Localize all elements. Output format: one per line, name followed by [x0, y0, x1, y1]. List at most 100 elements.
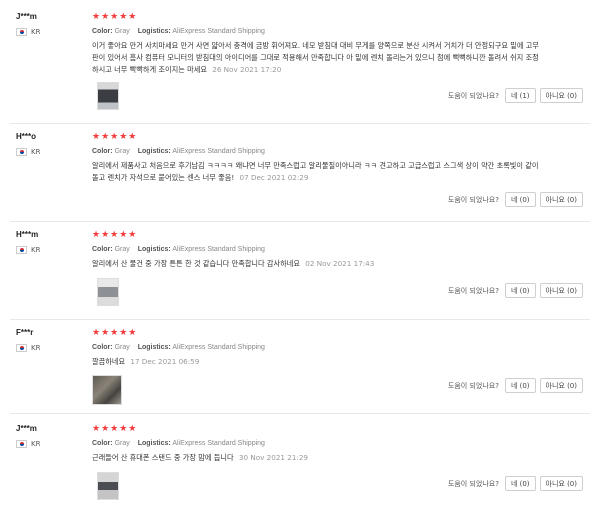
helpful-section: 도움이 되었나요? 네 (0) 아니요 (0) [448, 192, 583, 207]
review-photo[interactable] [97, 278, 119, 306]
korea-flag-icon [16, 344, 27, 352]
review-item: H***m KR ★★★★★ Color: Gray Logistics: Al… [0, 230, 600, 320]
divider [10, 221, 590, 222]
review-text: 근래들어 산 휴대폰 스탠드 중 가장 맘에 듭니다 30 Nov 2021 2… [92, 452, 542, 464]
helpful-no-button[interactable]: 아니요 (0) [539, 476, 583, 491]
helpful-question: 도움이 되었나요? [447, 91, 499, 100]
helpful-question: 도움이 되었나요? [447, 479, 499, 488]
reviewer-country: KR [16, 148, 86, 156]
helpful-section: 도움이 되었나요? 네 (1) 아니요 (0) [448, 88, 583, 103]
review-body: ★★★★★ Color: Gray Logistics: AliExpress … [92, 132, 584, 184]
helpful-no-button[interactable]: 아니요 (0) [539, 192, 583, 207]
color-value: Gray [114, 246, 130, 253]
helpful-question: 도움이 되었나요? [447, 195, 499, 204]
divider [10, 413, 590, 414]
review-date: 07 Dec 2021 02:29 [239, 173, 309, 182]
logistics-value: AliExpress Standard Shipping [172, 28, 265, 35]
divider [10, 123, 590, 124]
review-meta: Color: Gray Logistics: AliExpress Standa… [92, 344, 584, 351]
reviewer-country: KR [16, 246, 86, 254]
helpful-section: 도움이 되었나요? 네 (0) 아니요 (0) [448, 476, 583, 491]
color-label: Color: [92, 344, 113, 351]
review-item: H***o KR ★★★★★ Color: Gray Logistics: Al… [0, 132, 600, 222]
review-content: 알리에서 산 물건 중 가장 튼튼 한 것 같습니다 만족합니다 감사하네요 [92, 259, 300, 268]
review-photo[interactable] [92, 375, 122, 405]
logistics-label: Logistics: [137, 148, 171, 155]
review-photo[interactable] [97, 472, 119, 500]
reviewer-name: F***r [16, 328, 34, 337]
review-item: F***r KR ★★★★★ Color: Gray Logistics: Al… [0, 328, 600, 414]
review-text: 알리에서 산 물건 중 가장 튼튼 한 것 같습니다 만족합니다 감사하네요 0… [92, 258, 542, 270]
helpful-yes-button[interactable]: 네 (0) [504, 378, 536, 393]
logistics-value: AliExpress Standard Shipping [172, 344, 265, 351]
reviewer-name: J***m [16, 424, 37, 433]
review-body: ★★★★★ Color: Gray Logistics: AliExpress … [92, 12, 584, 76]
review-photo[interactable] [97, 82, 119, 110]
logistics-label: Logistics: [137, 440, 171, 447]
review-text: 이거 좋아요 만거 사치마세요 만거 사면 얇아서 충격에 금방 휘어져요. 네… [92, 40, 542, 76]
review-item: J***m KR ★★★★★ Color: Gray Logistics: Al… [0, 12, 600, 124]
logistics-label: Logistics: [137, 28, 171, 35]
korea-flag-icon [16, 246, 27, 254]
helpful-no-button[interactable]: 아니요 (0) [539, 283, 583, 298]
helpful-section: 도움이 되었나요? 네 (0) 아니요 (0) [448, 283, 583, 298]
review-text: 알리에서 제품사고 처음으로 후기남김 ㅋㅋㅋㅋ 왜냐면 너무 만족스럽고 알리… [92, 160, 542, 184]
country-code: KR [31, 344, 41, 352]
reviewer-country: KR [16, 28, 86, 36]
color-label: Color: [92, 148, 113, 155]
reviewer-name: H***o [16, 132, 37, 141]
helpful-question: 도움이 되었나요? [447, 381, 499, 390]
reviewer-name: J***m [16, 12, 37, 21]
logistics-value: AliExpress Standard Shipping [172, 246, 265, 253]
reviewer-info: F***r KR [16, 328, 86, 352]
color-value: Gray [114, 344, 130, 351]
logistics-value: AliExpress Standard Shipping [172, 148, 265, 155]
color-value: Gray [114, 440, 130, 447]
helpful-no-button[interactable]: 아니요 (0) [539, 378, 583, 393]
reviewer-info: J***m KR [16, 12, 86, 36]
review-date: 17 Dec 2021 06:59 [130, 357, 200, 366]
country-code: KR [31, 246, 41, 254]
helpful-section: 도움이 되었나요? 네 (0) 아니요 (0) [448, 378, 583, 393]
review-meta: Color: Gray Logistics: AliExpress Standa… [92, 148, 584, 155]
logistics-value: AliExpress Standard Shipping [172, 440, 265, 447]
country-code: KR [31, 440, 41, 448]
reviewer-country: KR [16, 440, 86, 448]
reviewer-info: H***m KR [16, 230, 86, 254]
helpful-yes-button[interactable]: 네 (0) [504, 283, 536, 298]
helpful-yes-button[interactable]: 네 (1) [504, 88, 536, 103]
review-meta: Color: Gray Logistics: AliExpress Standa… [92, 440, 584, 447]
helpful-no-button[interactable]: 아니요 (0) [539, 88, 583, 103]
korea-flag-icon [16, 148, 27, 156]
logistics-label: Logistics: [137, 246, 171, 253]
review-item: J***m KR ★★★★★ Color: Gray Logistics: Al… [0, 424, 600, 512]
star-rating: ★★★★★ [92, 132, 138, 142]
star-rating: ★★★★★ [92, 12, 138, 22]
color-value: Gray [114, 28, 130, 35]
review-content: 알리에서 제품사고 처음으로 후기남김 ㅋㅋㅋㅋ 왜냐면 너무 만족스럽고 알리… [92, 161, 539, 182]
helpful-yes-button[interactable]: 네 (0) [504, 192, 536, 207]
color-label: Color: [92, 440, 113, 447]
review-date: 26 Nov 2021 17:20 [212, 65, 282, 74]
korea-flag-icon [16, 28, 27, 36]
korea-flag-icon [16, 440, 27, 448]
review-content: 이거 좋아요 만거 사치마세요 만거 사면 얇아서 충격에 금방 휘어져요. 네… [92, 41, 540, 74]
helpful-question: 도움이 되었나요? [447, 286, 499, 295]
review-body: ★★★★★ Color: Gray Logistics: AliExpress … [92, 328, 584, 368]
review-photo-image [98, 473, 118, 499]
star-rating: ★★★★★ [92, 328, 138, 338]
review-body: ★★★★★ Color: Gray Logistics: AliExpress … [92, 230, 584, 270]
review-date: 02 Nov 2021 17:43 [305, 259, 375, 268]
review-photo-image [98, 83, 118, 109]
color-value: Gray [114, 148, 130, 155]
reviewer-info: J***m KR [16, 424, 86, 448]
star-rating: ★★★★★ [92, 230, 138, 240]
reviewer-name: H***m [16, 230, 39, 239]
review-date: 30 Nov 2021 21:29 [238, 453, 308, 462]
helpful-yes-button[interactable]: 네 (0) [504, 476, 536, 491]
star-rating: ★★★★★ [92, 424, 138, 434]
country-code: KR [31, 28, 41, 36]
reviewer-info: H***o KR [16, 132, 86, 156]
logistics-label: Logistics: [137, 344, 171, 351]
review-meta: Color: Gray Logistics: AliExpress Standa… [92, 28, 584, 35]
